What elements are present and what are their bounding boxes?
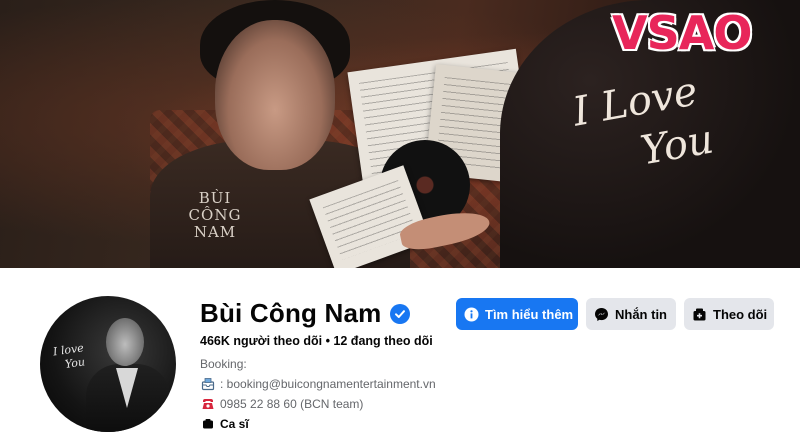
inbox-tray-icon	[200, 376, 216, 392]
follow-icon	[692, 306, 707, 322]
intro-details: Booking: : booking@buicongnamentertainme…	[200, 355, 436, 435]
avatar-figure-head	[106, 318, 144, 366]
follow-label: Theo dõi	[713, 306, 768, 322]
cover-logo-line: NAM	[193, 223, 237, 241]
booking-phone[interactable]: 0985 22 88 60 (BCN team)	[220, 397, 363, 411]
action-buttons: Tìm hiểu thêm Nhắn tin Theo dõi	[456, 298, 774, 330]
cover-artist-logo: BÙI CÔNG NAM	[180, 190, 250, 241]
page-category[interactable]: Ca sĩ	[220, 417, 249, 431]
learn-more-label: Tìm hiểu thêm	[485, 306, 574, 322]
cover-logo-line: CÔNG	[188, 206, 242, 224]
checkmark-icon	[394, 309, 405, 318]
message-button[interactable]: Nhắn tin	[586, 298, 676, 330]
page-title[interactable]: Bùi Công Nam	[200, 298, 382, 329]
vsao-watermark: VSAO	[612, 6, 752, 60]
messenger-icon	[594, 306, 609, 322]
avatar-script-text: I love You	[52, 339, 105, 374]
verified-badge-icon	[389, 303, 410, 324]
cover-logo-line: BÙI	[198, 189, 232, 207]
category-tag-icon	[200, 416, 216, 432]
follower-stats[interactable]: 466K người theo dõi • 12 đang theo dõi	[200, 334, 433, 348]
booking-label: Booking:	[200, 357, 247, 371]
follow-button[interactable]: Theo dõi	[684, 298, 774, 330]
profile-avatar[interactable]: I love You	[36, 292, 180, 436]
booking-email[interactable]: : booking@buicongnamentertainment.vn	[220, 377, 436, 391]
info-icon	[464, 306, 479, 322]
telephone-icon	[200, 396, 216, 412]
cover-man-face	[215, 20, 335, 170]
learn-more-button[interactable]: Tìm hiểu thêm	[456, 298, 578, 330]
page-title-row: Bùi Công Nam	[200, 298, 410, 329]
cover-photo[interactable]: BÙI CÔNG NAM I Love You VSAO	[0, 0, 800, 268]
message-label: Nhắn tin	[615, 306, 667, 322]
